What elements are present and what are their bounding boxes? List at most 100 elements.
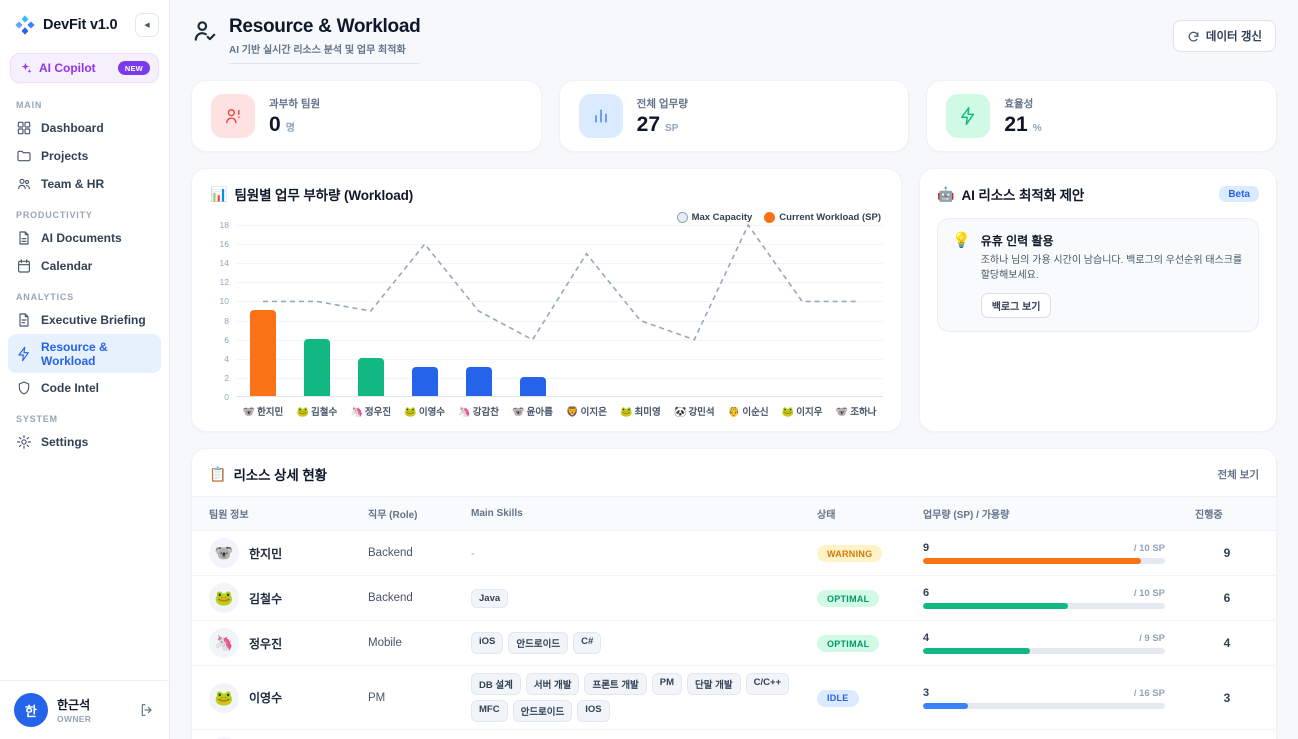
table-title: 리소스 상세 현황	[233, 464, 327, 484]
collapse-sidebar-button[interactable]: ◀	[135, 13, 159, 37]
workload-progress-fill	[923, 603, 1068, 609]
skill-chip: Java	[471, 589, 508, 608]
legend-item-current-workload-sp: Current Workload (SP)	[764, 212, 881, 223]
skill-chip: 안드로이드	[508, 632, 568, 654]
sidebar-nav: MAINDashboardProjectsTeam & HRPRODUCTIVI…	[0, 87, 169, 456]
status-badge: IDLE	[817, 690, 859, 707]
user-alert-icon	[211, 94, 255, 138]
view-all-link[interactable]: 전체 보기	[1217, 467, 1259, 482]
dashboard-icon	[16, 120, 32, 136]
table-row-이영수[interactable]: 🐸이영수PMDB 설계서버 개발프론트 개발PM단말 개발C/C++MFC안드로…	[192, 666, 1276, 730]
workload-progress-track	[923, 603, 1165, 609]
sidebar-item-label: Dashboard	[41, 121, 104, 135]
max-capacity-line	[236, 225, 883, 397]
sidebar-item-executive-briefing[interactable]: Executive Briefing	[8, 306, 161, 333]
stat-value: 27	[637, 113, 660, 137]
sidebar-item-team-hr[interactable]: Team & HR	[8, 170, 161, 197]
stat-card-효율성: 효율성21%	[926, 80, 1277, 152]
x-label-이지우: 🐸이지우	[775, 404, 829, 418]
table-row-강감찬[interactable]: 🦄강감찬FrontendVueReactstyled-componentIDLE…	[192, 730, 1276, 739]
member-role: Mobile	[368, 637, 471, 649]
refresh-data-button[interactable]: 데이터 갱신	[1173, 20, 1276, 52]
sidebar-item-ai-copilot[interactable]: AI Copilot NEW	[10, 53, 159, 83]
briefing-icon	[16, 312, 32, 328]
member-emoji: 🐨	[836, 407, 848, 418]
sidebar-item-ai-documents[interactable]: AI Documents	[8, 224, 161, 251]
page-subtitle: AI 기반 실시간 리소스 분석 및 업무 최적화	[229, 41, 420, 56]
x-label-한지민: 🐨한지민	[236, 404, 290, 418]
member-name: 정우진	[249, 635, 282, 652]
user-check-icon	[192, 18, 218, 44]
sidebar-section-analytics: ANALYTICS	[16, 292, 153, 302]
sidebar-item-projects[interactable]: Projects	[8, 142, 161, 169]
member-skills: iOS안드로이드C#	[471, 632, 817, 654]
table-body: 🐨한지민Backend-WARNING9/ 10 SP9🐸김철수BackendJ…	[192, 531, 1276, 739]
ai-optimization-panel: 🤖 AI 리소스 최적화 제안 Beta 💡 유휴 인력 활용 조하나 님의 가…	[919, 168, 1277, 432]
workload-progress-track	[923, 558, 1165, 564]
member-emoji: 🤴	[728, 407, 740, 418]
sidebar-item-code-intel[interactable]: Code Intel	[8, 374, 161, 401]
projects-icon	[16, 148, 32, 164]
chart-legend: Max CapacityCurrent Workload (SP)	[212, 212, 881, 223]
sidebar-item-label: Projects	[41, 149, 88, 163]
member-name: 이영수	[249, 689, 282, 706]
capacity-label: / 16 SP	[1134, 688, 1165, 699]
status-badge: OPTIMAL	[817, 590, 879, 607]
sidebar-item-label: Code Intel	[41, 381, 99, 395]
table-row-김철수[interactable]: 🐸김철수BackendJavaOPTIMAL6/ 10 SP6	[192, 576, 1276, 621]
member-emoji: 🐨	[512, 407, 524, 418]
resource-detail-table-card: 📋 리소스 상세 현황 전체 보기 팀원 정보직무 (Role)Main Ski…	[191, 448, 1277, 739]
column-header-5: 업무량 (SP) / 가용량	[923, 506, 1195, 521]
sidebar-item-dashboard[interactable]: Dashboard	[8, 114, 161, 141]
column-header-4: 상태	[817, 506, 923, 521]
sidebar-item-label: Team & HR	[41, 177, 104, 191]
skill-chip: iOS	[471, 632, 503, 654]
table-row-한지민[interactable]: 🐨한지민Backend-WARNING9/ 10 SP9	[192, 531, 1276, 576]
workload-progress-fill	[923, 558, 1141, 564]
skill-chip: PM	[652, 673, 682, 695]
x-label-강민석: 🐼강민석	[667, 404, 721, 418]
documents-icon	[16, 230, 32, 246]
member-avatar: 🐸	[209, 683, 239, 713]
status-badge: WARNING	[817, 545, 882, 562]
stats-row: 과부하 팀원0명전체 업무량27SP효율성21%	[191, 80, 1277, 152]
x-label-최미영: 🐸최미영	[613, 404, 667, 418]
sidebar-item-resource-workload[interactable]: Resource & Workload	[8, 334, 161, 373]
column-header-1: 팀원 정보	[209, 506, 368, 521]
x-label-이순신: 🤴이순신	[721, 404, 775, 418]
app-logo-row: DevFit v1.0 ◀	[0, 0, 169, 47]
refresh-icon	[1187, 30, 1200, 43]
app-title: DevFit v1.0	[43, 17, 128, 33]
table-row-정우진[interactable]: 🦄정우진MobileiOS안드로이드C#OPTIMAL4/ 9 SP4	[192, 621, 1276, 666]
x-label-윤아름: 🐨윤아름	[506, 404, 560, 418]
in-progress-count: 9	[1195, 546, 1259, 560]
member-avatar: 🦄	[209, 628, 239, 658]
sidebar-item-label: Settings	[41, 435, 88, 449]
sidebar-section-productivity: PRODUCTIVITY	[16, 210, 153, 220]
sidebar-item-label: Calendar	[41, 259, 92, 273]
y-axis-tick: 4	[224, 354, 229, 364]
skill-chip: 단말 개발	[687, 673, 741, 695]
member-role: PM	[368, 692, 471, 704]
column-header-3: Main Skills	[471, 508, 817, 519]
in-progress-count: 4	[1195, 636, 1259, 650]
member-name: 김철수	[249, 590, 282, 607]
bar-chart-icon	[579, 94, 623, 138]
y-axis-tick: 12	[220, 277, 229, 287]
sidebar-item-calendar[interactable]: Calendar	[8, 252, 161, 279]
workload-progress-track	[923, 648, 1165, 654]
skill-chip: 서버 개발	[526, 673, 580, 695]
in-progress-count: 6	[1195, 591, 1259, 605]
logout-icon[interactable]	[139, 702, 155, 718]
page-header: Resource & Workload AI 기반 실시간 리소스 분석 및 업…	[170, 0, 1298, 70]
sidebar-item-settings[interactable]: Settings	[8, 428, 161, 455]
member-emoji: 🐸	[620, 407, 632, 418]
new-badge: NEW	[118, 61, 150, 75]
x-label-김철수: 🐸김철수	[290, 404, 344, 418]
skill-chip: IOS	[577, 700, 609, 722]
table-header-row: 팀원 정보직무 (Role)Main Skills상태업무량 (SP) / 가용…	[192, 496, 1276, 531]
view-backlog-button[interactable]: 백로그 보기	[981, 293, 1052, 318]
zap-icon	[946, 94, 990, 138]
y-axis-tick: 2	[224, 373, 229, 383]
sidebar-item-label: Resource & Workload	[41, 340, 153, 368]
